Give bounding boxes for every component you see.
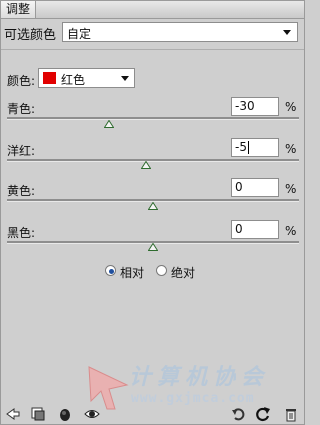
cyan-track[interactable]: [7, 117, 299, 120]
color-swatch: [43, 72, 56, 84]
black-input[interactable]: 0: [231, 220, 279, 239]
view-previous-icon[interactable]: [231, 406, 247, 422]
black-percent: %: [285, 224, 297, 238]
colors-value: 红色: [61, 73, 86, 87]
cyan-percent: %: [285, 100, 297, 114]
magenta-track[interactable]: [7, 159, 299, 162]
trash-icon[interactable]: [283, 406, 299, 422]
text-caret: [247, 141, 249, 154]
bottom-toolbar: [1, 404, 304, 425]
colors-label: 颜色:: [7, 74, 36, 88]
yellow-input[interactable]: 0: [231, 178, 279, 197]
cyan-label: 青色:: [7, 102, 36, 116]
relative-label: 相对: [120, 266, 145, 280]
visibility-mask-icon[interactable]: [57, 406, 73, 422]
cyan-input[interactable]: -30: [231, 97, 279, 116]
magenta-input[interactable]: -5: [231, 138, 279, 157]
yellow-percent: %: [285, 182, 297, 196]
tab-strip: 调整: [1, 1, 304, 19]
reset-icon[interactable]: [255, 406, 271, 422]
radio-circle: [105, 265, 116, 276]
radio-circle: [156, 265, 167, 276]
cyan-value: -30: [235, 99, 255, 113]
chevron-down-icon: [121, 76, 129, 81]
magenta-label: 洋红:: [7, 144, 36, 158]
preset-row: 可选颜色 自定: [1, 19, 304, 45]
preset-value: 自定: [67, 27, 92, 41]
chevron-down-icon: [283, 30, 291, 35]
tab-adjustments[interactable]: 调整: [1, 1, 37, 18]
absolute-label: 绝对: [171, 266, 196, 280]
colors-dropdown[interactable]: 红色: [38, 68, 135, 88]
black-value: 0: [235, 222, 243, 236]
yellow-label: 黄色:: [7, 184, 36, 198]
yellow-value: 0: [235, 180, 243, 194]
adjustments-panel: 调整 可选颜色 自定 颜色: 红色 青色: -30 % 洋红: -5 % 黄色:…: [0, 0, 305, 425]
watermark-title: 计算机协会: [129, 365, 270, 390]
magenta-percent: %: [285, 142, 297, 156]
divider: [1, 49, 304, 50]
yellow-slider-thumb[interactable]: [148, 202, 158, 210]
black-label: 黑色:: [7, 226, 36, 240]
preset-dropdown[interactable]: 自定: [62, 22, 298, 42]
adjustment-type-label: 可选颜色: [4, 28, 57, 43]
radio-selected-dot: [109, 269, 114, 274]
black-slider-thumb[interactable]: [148, 243, 158, 251]
eye-icon[interactable]: [84, 406, 100, 422]
back-arrow-icon[interactable]: [5, 406, 21, 422]
magenta-value: -5: [235, 140, 247, 154]
magenta-slider-thumb[interactable]: [140, 161, 151, 169]
cyan-slider-thumb[interactable]: [104, 120, 115, 128]
clip-layer-icon[interactable]: [30, 406, 46, 422]
